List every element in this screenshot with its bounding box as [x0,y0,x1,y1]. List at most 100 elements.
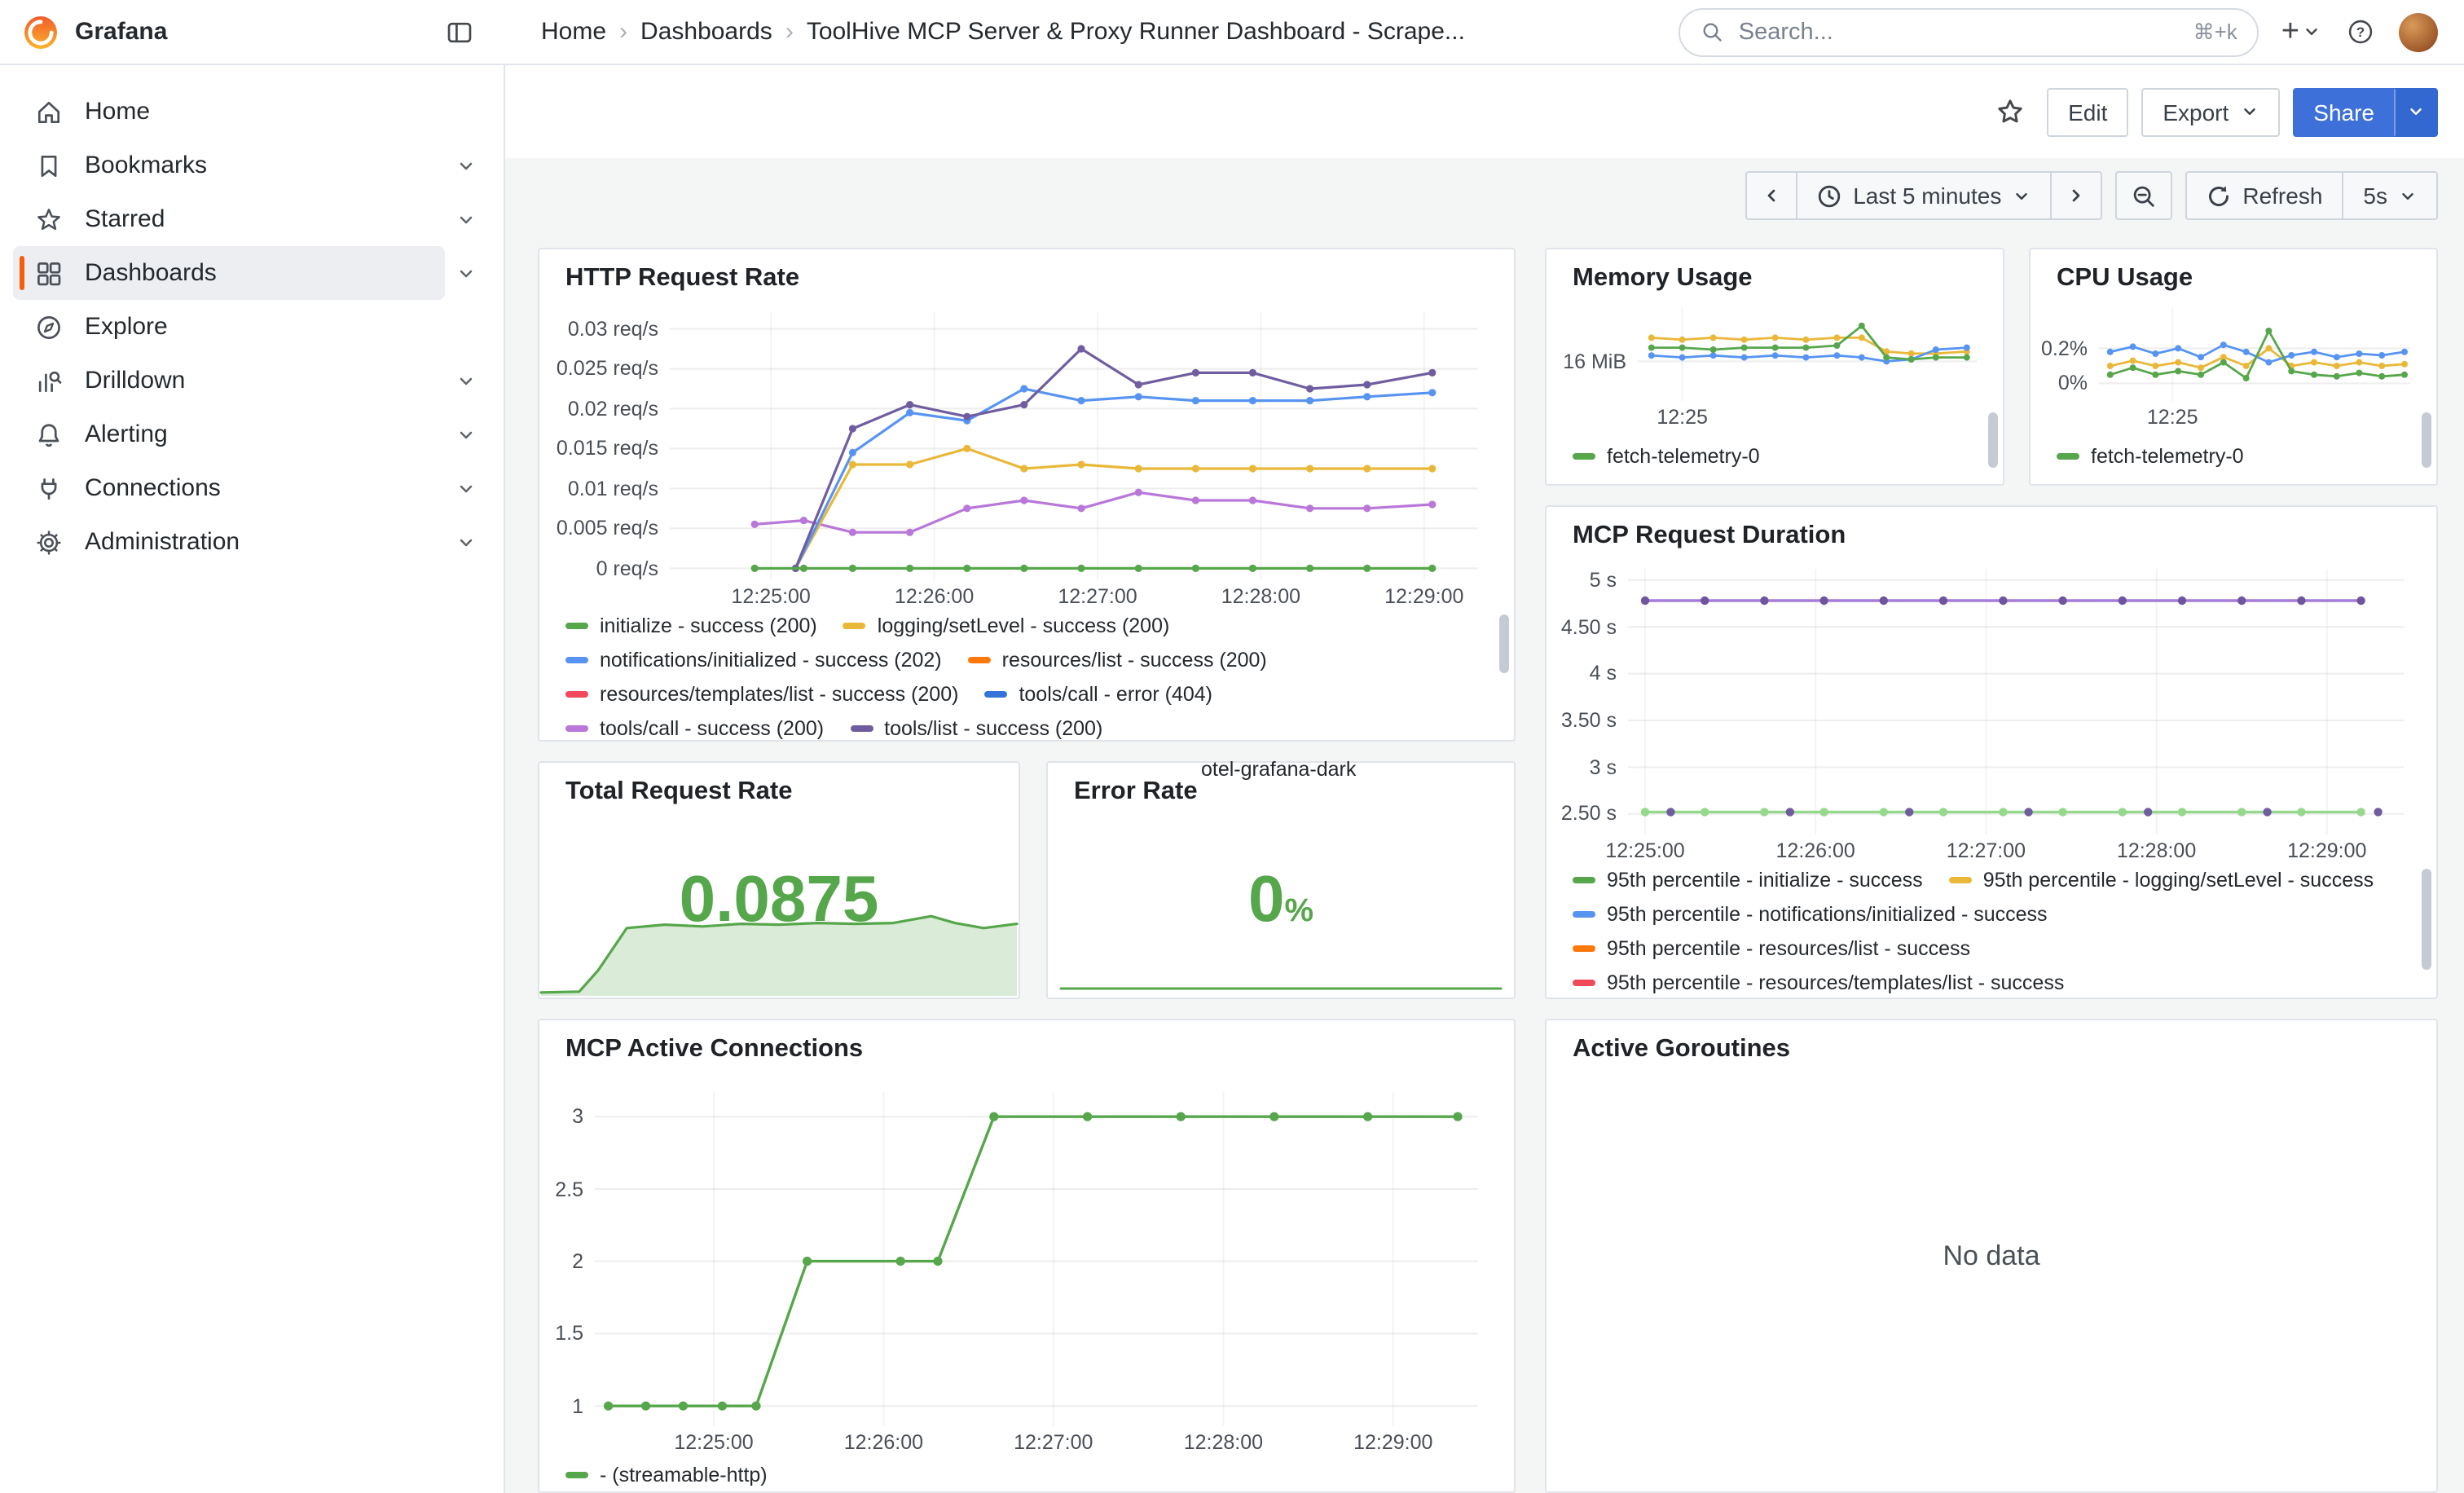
mcp-active-connections-chart[interactable]: 11.522.5312:25:0012:26:0012:27:0012:28:0… [556,1086,1488,1454]
star-dashboard-button[interactable] [1987,87,2034,136]
error-rate-sparkline [1061,976,1501,993]
legend-item[interactable]: - (streamable-http) [565,1464,768,1486]
chevron-down-icon[interactable] [445,478,487,498]
edit-button[interactable]: Edit [2047,87,2128,136]
chevron-down-icon[interactable] [445,425,487,444]
help-button[interactable]: ? [2337,9,2383,55]
refresh-icon [2207,183,2231,208]
share-button[interactable]: Share [2292,87,2396,136]
mcp-request-duration-chart[interactable]: 2.50 s3 s3.50 s4 s4.50 s5 s12:25:0012:26… [1560,562,2413,862]
breadcrumb-dashboards[interactable]: Dashboards [640,18,772,46]
x-axis-label: 12:27:00 [1947,838,2026,864]
breadcrumb: Home › Dashboards › ToolHive MCP Server … [541,18,1465,46]
y-axis-label: 0.03 req/s [568,316,658,342]
sidebar-item-explore[interactable]: Explore [13,300,487,354]
sidebar-item-home[interactable]: Home [13,85,487,139]
legend-item[interactable]: logging/setLevel - success (200) [843,614,1170,637]
sidebar-item-alerting[interactable]: Alerting [13,407,445,461]
legend-item[interactable]: 95th percentile - initialize - success [1573,869,1923,892]
x-axis-label: 12:29:00 [1353,1429,1432,1456]
chevron-down-icon[interactable] [445,209,487,229]
legend-scrollbar-thumb[interactable] [2422,869,2431,970]
sidebar-item-starred[interactable]: Starred [13,192,445,246]
x-axis-label: 12:28:00 [1184,1429,1263,1456]
legend-item[interactable]: fetch-telemetry-0 [1573,445,1760,468]
x-axis-label: 12:27:00 [1058,584,1137,610]
y-axis-label: 4.50 s [1561,614,1617,640]
http-request-rate-chart[interactable]: 0 req/s0.005 req/s0.01 req/s0.015 req/s0… [552,305,1488,608]
legend-scrollbar-thumb[interactable] [2422,412,2431,468]
chevron-down-icon[interactable] [445,263,487,283]
sidebar-item-dashboards[interactable]: Dashboards [13,246,445,300]
panel-title[interactable]: HTTP Request Rate [539,249,1514,293]
legend-label: - (streamable-http) [600,1464,768,1486]
cpu-usage-chart[interactable]: 0%0.2%12:25 [2040,302,2420,429]
legend-scrollbar-thumb[interactable] [1499,614,1509,673]
bell-icon [33,420,65,449]
legend-item[interactable]: fetch-telemetry-0 [2057,445,2244,468]
zoom-out-button[interactable] [2115,171,2172,220]
legend-label: 95th percentile - resources/list - succe… [1607,937,1970,960]
panel-title[interactable]: Memory Usage [1547,249,2003,293]
legend-item[interactable]: tools/call - error (404) [984,683,1212,706]
zoom-out-icon [2132,183,2156,208]
new-button[interactable]: + [2281,16,2321,47]
series-color-swatch [2057,453,2079,460]
legend-item[interactable]: resources/templates/list - success (200) [565,683,958,706]
sidebar-collapse-button[interactable] [437,9,482,55]
stat-value: 0% [1048,864,1514,947]
hover-overlay-label: otel-grafana-dark [1201,758,1356,781]
sidebar-item-label: Explore [85,313,168,341]
chevron-down-icon[interactable] [445,156,487,175]
sidebar-item-administration[interactable]: Administration [13,515,445,569]
legend-item[interactable]: notifications/initialized - success (202… [565,649,942,672]
legend-item[interactable]: initialize - success (200) [565,614,817,637]
time-range-picker-button[interactable]: Last 5 minutes [1796,171,2052,220]
share-dropdown-button[interactable] [2394,87,2438,136]
breadcrumb-home[interactable]: Home [541,18,606,46]
legend-item[interactable]: tools/list - success (200) [850,717,1102,740]
y-axis-label: 16 MiB [1563,348,1626,374]
legend-label: resources/list - success (200) [1002,649,1267,672]
legend-item[interactable]: tools/call - success (200) [565,717,824,740]
stat-value: 0.0875 [539,864,1019,936]
user-avatar[interactable] [2399,12,2438,51]
panel-title[interactable]: Total Request Rate [539,763,1019,807]
share-button-group: Share [2292,87,2438,136]
compass-icon [33,312,65,341]
legend-item[interactable]: 95th percentile - logging/setLevel - suc… [1949,869,2374,892]
grafana-logo-icon[interactable] [23,14,59,50]
legend-item[interactable]: 95th percentile - resources/templates/li… [1573,971,2064,994]
series-color-swatch [1573,945,1595,952]
export-button[interactable]: Export [2141,87,2279,136]
sidebar-item-label: Dashboards [85,259,217,287]
x-axis-label: 12:25 [1657,404,1708,430]
chart-canvas [670,311,1478,580]
search-input[interactable]: Search... ⌘+k [1679,7,2259,56]
time-shift-back-button[interactable] [1745,171,1797,220]
y-axis-label: 0.015 req/s [557,435,658,461]
memory-usage-chart[interactable]: 16 MiB 12:25 [1556,302,1987,429]
chevron-down-icon[interactable] [445,532,487,552]
refresh-button[interactable]: Refresh [2185,171,2343,220]
dashboards-grid-icon [33,258,65,288]
y-axis-label: 0.01 req/s [568,475,658,501]
legend-item[interactable]: resources/list - success (200) [968,649,1267,672]
panel-title[interactable]: MCP Request Duration [1547,507,2436,551]
sidebar-item-drilldown[interactable]: Drilldown [13,354,445,407]
legend-item[interactable]: 95th percentile - notifications/initiali… [1573,903,2048,926]
sidebar-item-bookmarks[interactable]: Bookmarks [13,139,445,192]
panel-mcp-active-connections: MCP Active Connections 11.522.5312:25:00… [538,1019,1516,1493]
panel-title[interactable]: MCP Active Connections [539,1020,1514,1064]
sidebar-item-connections[interactable]: Connections [13,461,445,515]
sidebar-row: Connections [13,461,487,515]
refresh-interval-button[interactable]: 5s [2342,171,2438,220]
legend-item[interactable]: 95th percentile - resources/list - succe… [1573,937,1970,960]
app-layout: Home Bookmarks Starred [0,65,2464,1493]
panel-mcp-request-duration: MCP Request Duration 2.50 s3 s3.50 s4 s4… [1545,505,2438,999]
panel-title[interactable]: CPU Usage [2031,249,2436,293]
chevron-down-icon[interactable] [445,371,487,390]
chevron-down-icon [2240,103,2258,121]
legend-scrollbar-thumb[interactable] [1988,412,1998,468]
time-shift-forward-button[interactable] [2050,171,2102,220]
